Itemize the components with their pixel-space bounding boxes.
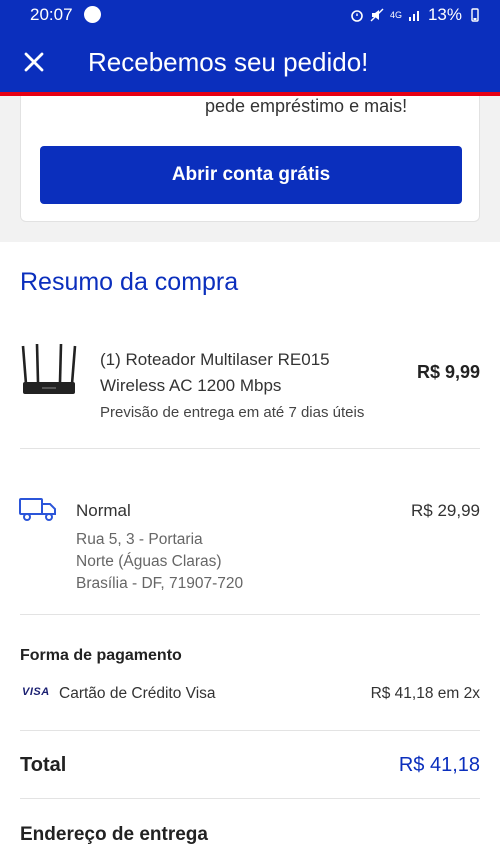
shipping-method: Normal — [76, 501, 131, 520]
purchase-summary: Resumo da compra (1) Roteador Multilaser… — [0, 242, 500, 848]
payment-title: Forma de pagamento — [20, 647, 182, 664]
divider — [20, 730, 480, 731]
visa-icon: VISA — [22, 686, 50, 698]
page-title: Recebemos seu pedido! — [88, 47, 369, 77]
product-price: R$ 9,99 — [416, 362, 480, 382]
divider — [20, 614, 480, 615]
signal-icon — [408, 11, 419, 21]
battery-icon — [471, 8, 479, 22]
app-bar: Recebemos seu pedido! — [0, 30, 500, 92]
truck-icon — [19, 498, 56, 521]
product-name-line1: (1) Roteador Multilaser RE015 — [100, 350, 330, 369]
divider — [20, 798, 480, 799]
product-name: (1) Roteador Multilaser RE015 Wireless A… — [100, 347, 390, 399]
shipping-address-line1: Rua 5, 3 - Portaria — [76, 531, 203, 548]
whatsapp-icon — [84, 6, 101, 23]
payment-installments: R$ 41,18 em 2x — [370, 685, 480, 702]
shipping-address-line2: Norte (Águas Claras) — [76, 553, 222, 570]
router-image — [21, 343, 77, 394]
payment-method: Cartão de Crédito Visa — [59, 685, 216, 702]
alarm-icon — [351, 10, 363, 22]
divider — [20, 448, 480, 449]
promo-text: pede empréstimo e mais! — [205, 96, 408, 116]
close-icon[interactable] — [20, 48, 48, 76]
status-time: 20:07 — [30, 5, 73, 24]
total-label: Total — [20, 754, 67, 776]
shipping-price: R$ 29,99 — [411, 501, 480, 520]
product-name-line2: Wireless AC 1200 Mbps — [100, 376, 282, 395]
mute-icon — [370, 8, 384, 22]
status-bar: 20:07 4G 13% — [0, 0, 500, 30]
delivery-address-title: Endereço de entrega — [20, 824, 208, 845]
battery-percent: 13% — [427, 5, 462, 24]
status-icons: 4G 13% — [350, 5, 482, 25]
promo-card: pede empréstimo e mais! Abrir conta grát… — [20, 96, 480, 222]
delivery-estimate: Previsão de entrega em até 7 dias úteis — [100, 404, 365, 421]
shipping-address-line3: Brasília - DF, 71907-720 — [76, 575, 244, 592]
total-value: R$ 41,18 — [398, 754, 480, 776]
network-type: 4G — [389, 10, 402, 20]
summary-title: Resumo da compra — [20, 268, 239, 296]
open-account-button[interactable]: Abrir conta grátis — [40, 146, 462, 204]
